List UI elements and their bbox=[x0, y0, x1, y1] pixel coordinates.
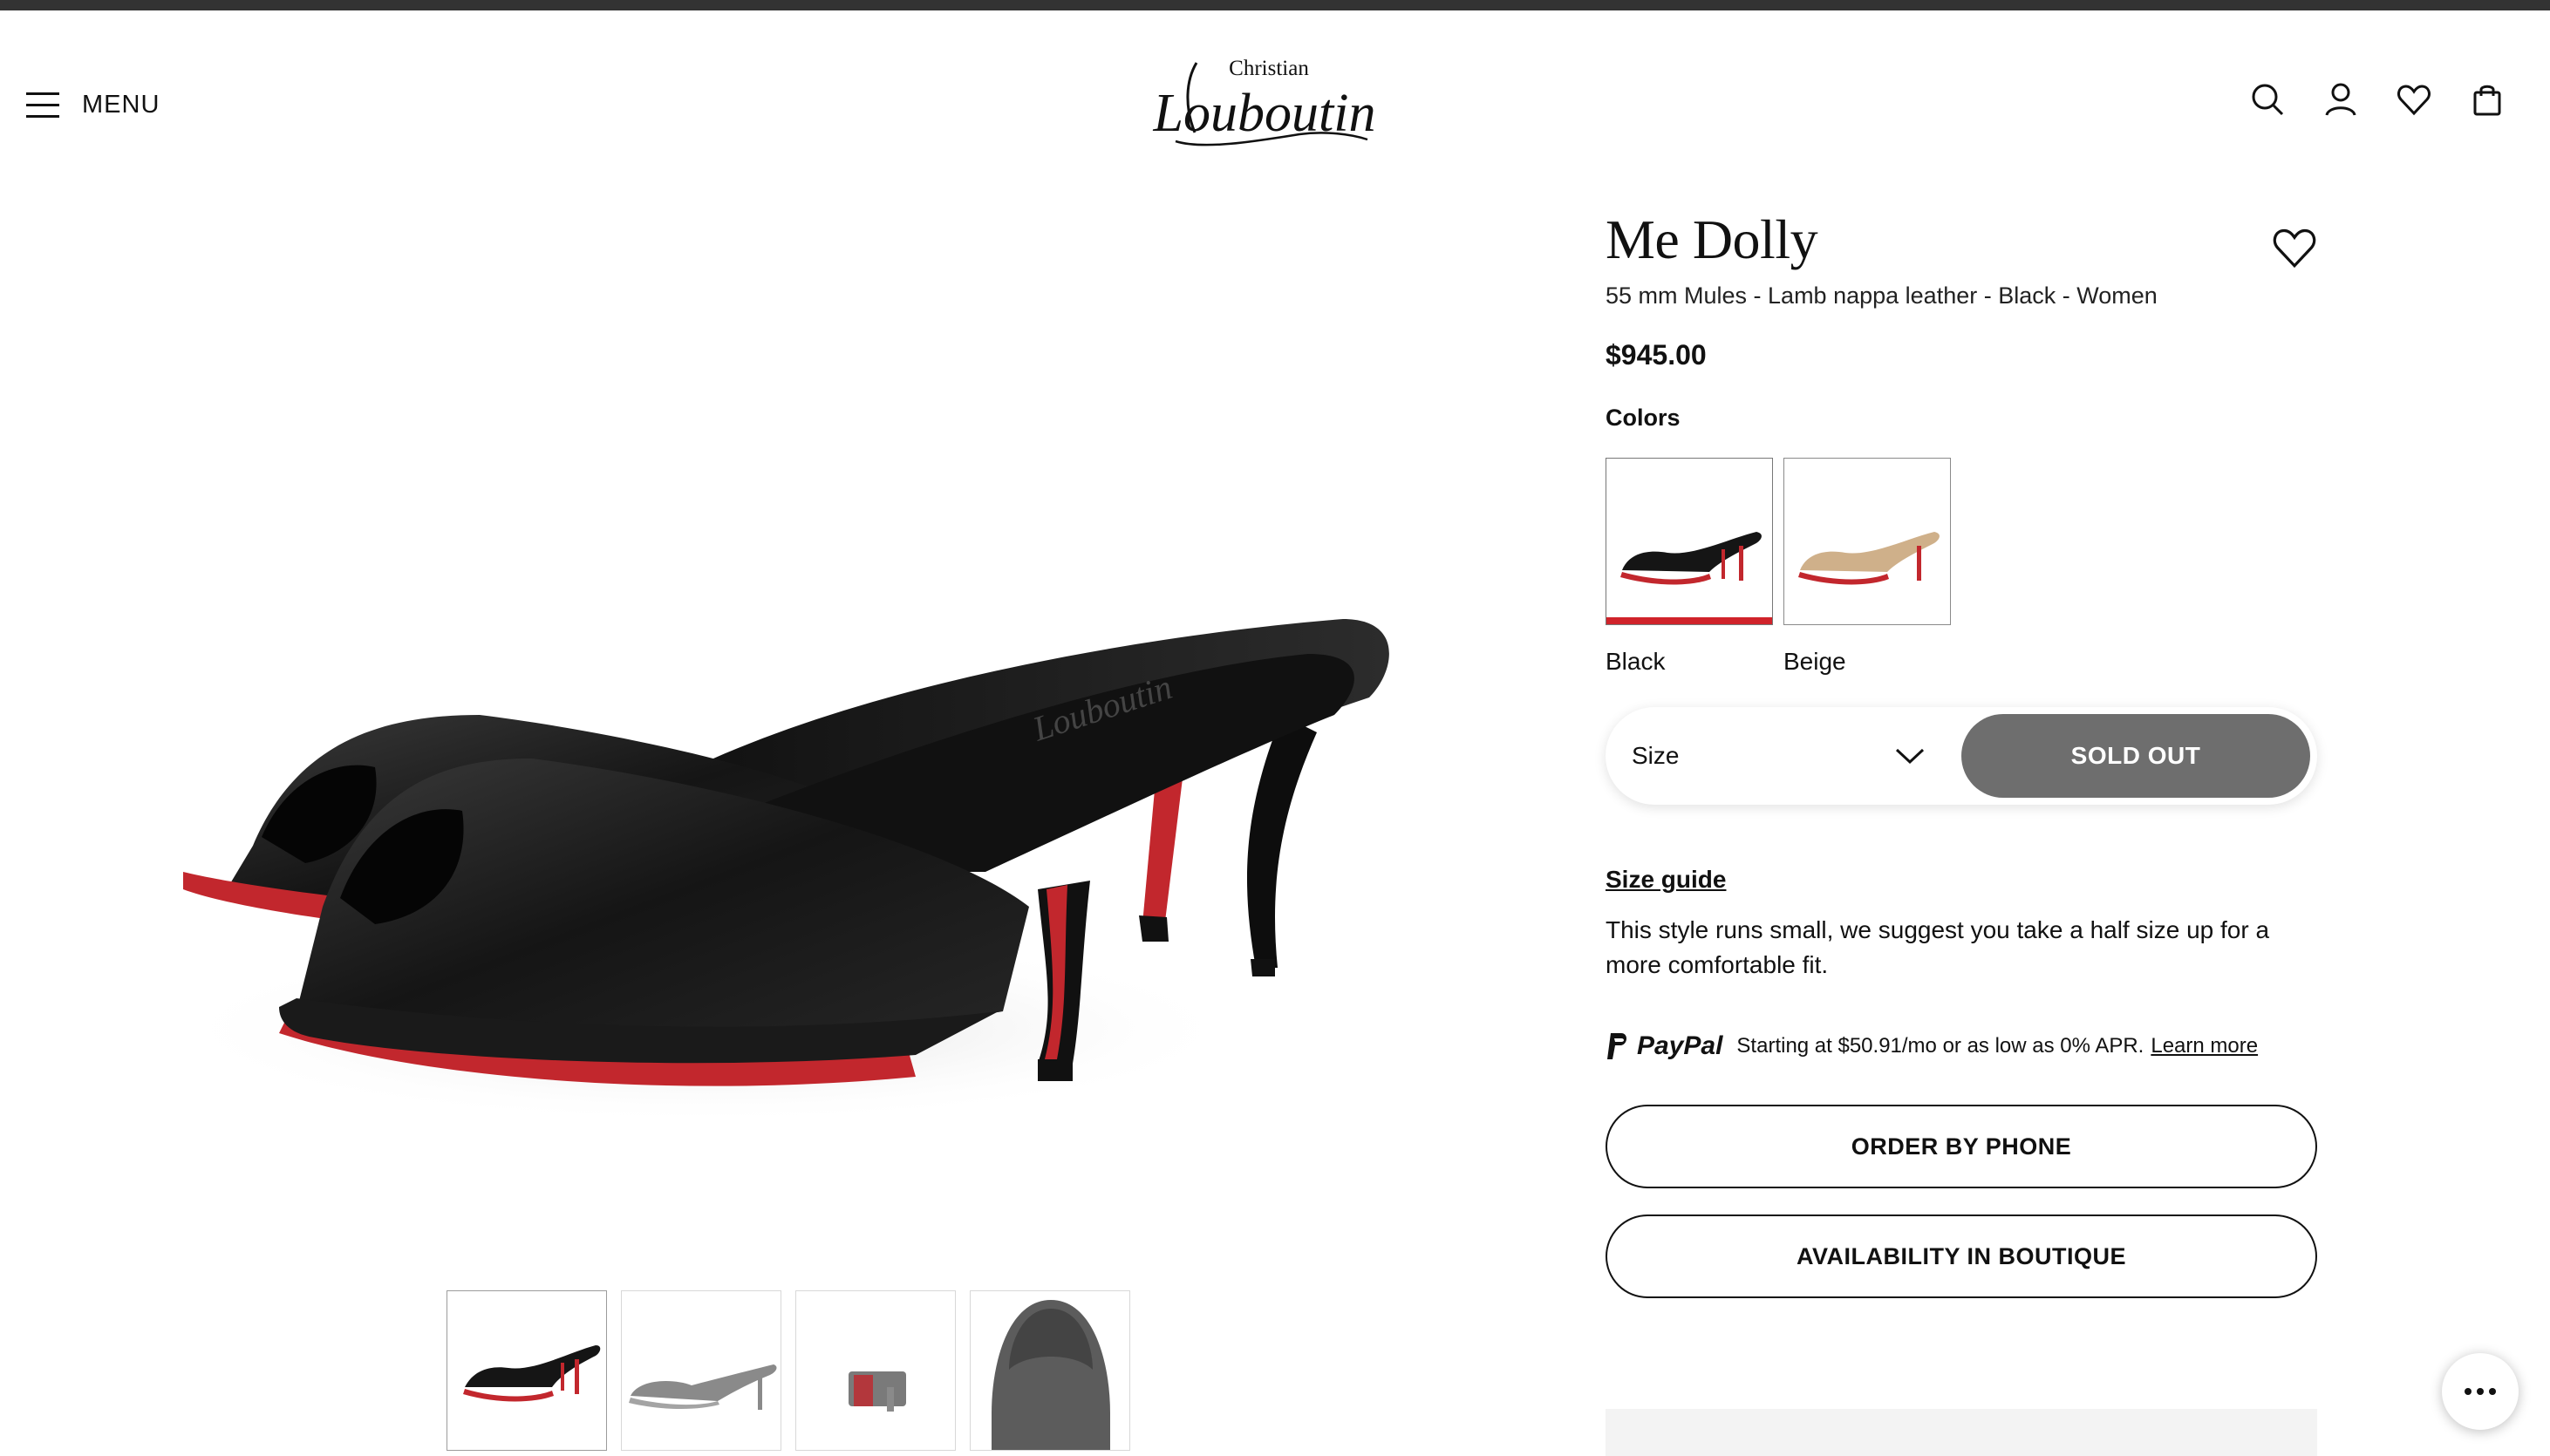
brand-logo-top: Christian bbox=[1229, 57, 1309, 80]
product-details: Me Dolly 55 mm Mules - Lamb nappa leathe… bbox=[1606, 208, 2317, 1299]
bag-icon[interactable] bbox=[2468, 80, 2506, 119]
product-subtitle: 55 mm Mules - Lamb nappa leather - Black… bbox=[1606, 282, 2158, 310]
chat-button[interactable] bbox=[2442, 1353, 2519, 1430]
account-icon[interactable] bbox=[2322, 80, 2360, 119]
sold-out-button: SOLD OUT bbox=[1961, 714, 2310, 799]
menu-button[interactable]: MENU bbox=[26, 78, 160, 131]
paypal-text: Starting at $50.91/mo or as low as 0% AP… bbox=[1736, 1034, 2144, 1058]
color-swatch-beige[interactable]: Beige bbox=[1783, 458, 1951, 676]
brand-logo[interactable]: Christian Louboutin bbox=[1151, 37, 1378, 167]
search-icon[interactable] bbox=[2248, 80, 2287, 119]
thumbnail-beige-side[interactable] bbox=[621, 1290, 781, 1451]
thumbnail-top-view[interactable] bbox=[970, 1290, 1130, 1451]
chevron-down-icon bbox=[1895, 749, 1925, 765]
product-title: Me Dolly bbox=[1606, 208, 1818, 270]
paypal-learn-more-link[interactable]: Learn more bbox=[2151, 1034, 2258, 1058]
wishlist-icon[interactable] bbox=[2395, 80, 2433, 119]
thumbnail-strip bbox=[447, 1290, 1130, 1451]
product-image-main: Louboutin bbox=[166, 619, 1389, 1125]
availability-in-boutique-button[interactable]: AVAILABILITY IN BOUTIQUE bbox=[1606, 1214, 2317, 1299]
hamburger-icon bbox=[26, 91, 59, 119]
thumbnail-black-side[interactable] bbox=[447, 1290, 607, 1451]
menu-label: MENU bbox=[82, 90, 160, 119]
color-name-black: Black bbox=[1606, 648, 1666, 676]
order-by-phone-button[interactable]: ORDER BY PHONE bbox=[1606, 1105, 2317, 1189]
size-selector-row: Size SOLD OUT bbox=[1606, 707, 2317, 805]
color-name-beige: Beige bbox=[1783, 648, 1846, 676]
info-panel bbox=[1606, 1409, 2317, 1456]
thumbnail-back-view[interactable] bbox=[795, 1290, 956, 1451]
paypal-logo: PayPal bbox=[1606, 1031, 1722, 1061]
top-bar bbox=[0, 0, 2550, 10]
color-swatches: Black Beige bbox=[1606, 458, 2317, 676]
paypal-message: PayPal Starting at $50.91/mo or as low a… bbox=[1606, 1031, 2317, 1061]
more-dots-icon bbox=[2465, 1388, 2496, 1395]
paypal-brand: PayPal bbox=[1637, 1031, 1723, 1061]
add-to-wishlist-heart-icon[interactable] bbox=[2272, 225, 2317, 270]
color-swatch-black[interactable]: Black bbox=[1606, 458, 1773, 676]
size-guide-link[interactable]: Size guide bbox=[1606, 866, 1726, 894]
size-dropdown[interactable]: Size bbox=[1632, 742, 1961, 770]
site-header: MENU Christian Louboutin bbox=[0, 10, 2550, 176]
paypal-icon bbox=[1607, 1033, 1626, 1060]
product-price: $945.00 bbox=[1606, 339, 1707, 371]
colors-label: Colors bbox=[1606, 405, 1681, 432]
size-dropdown-label: Size bbox=[1632, 742, 1680, 770]
fit-note: This style runs small, we suggest you ta… bbox=[1606, 916, 2270, 979]
